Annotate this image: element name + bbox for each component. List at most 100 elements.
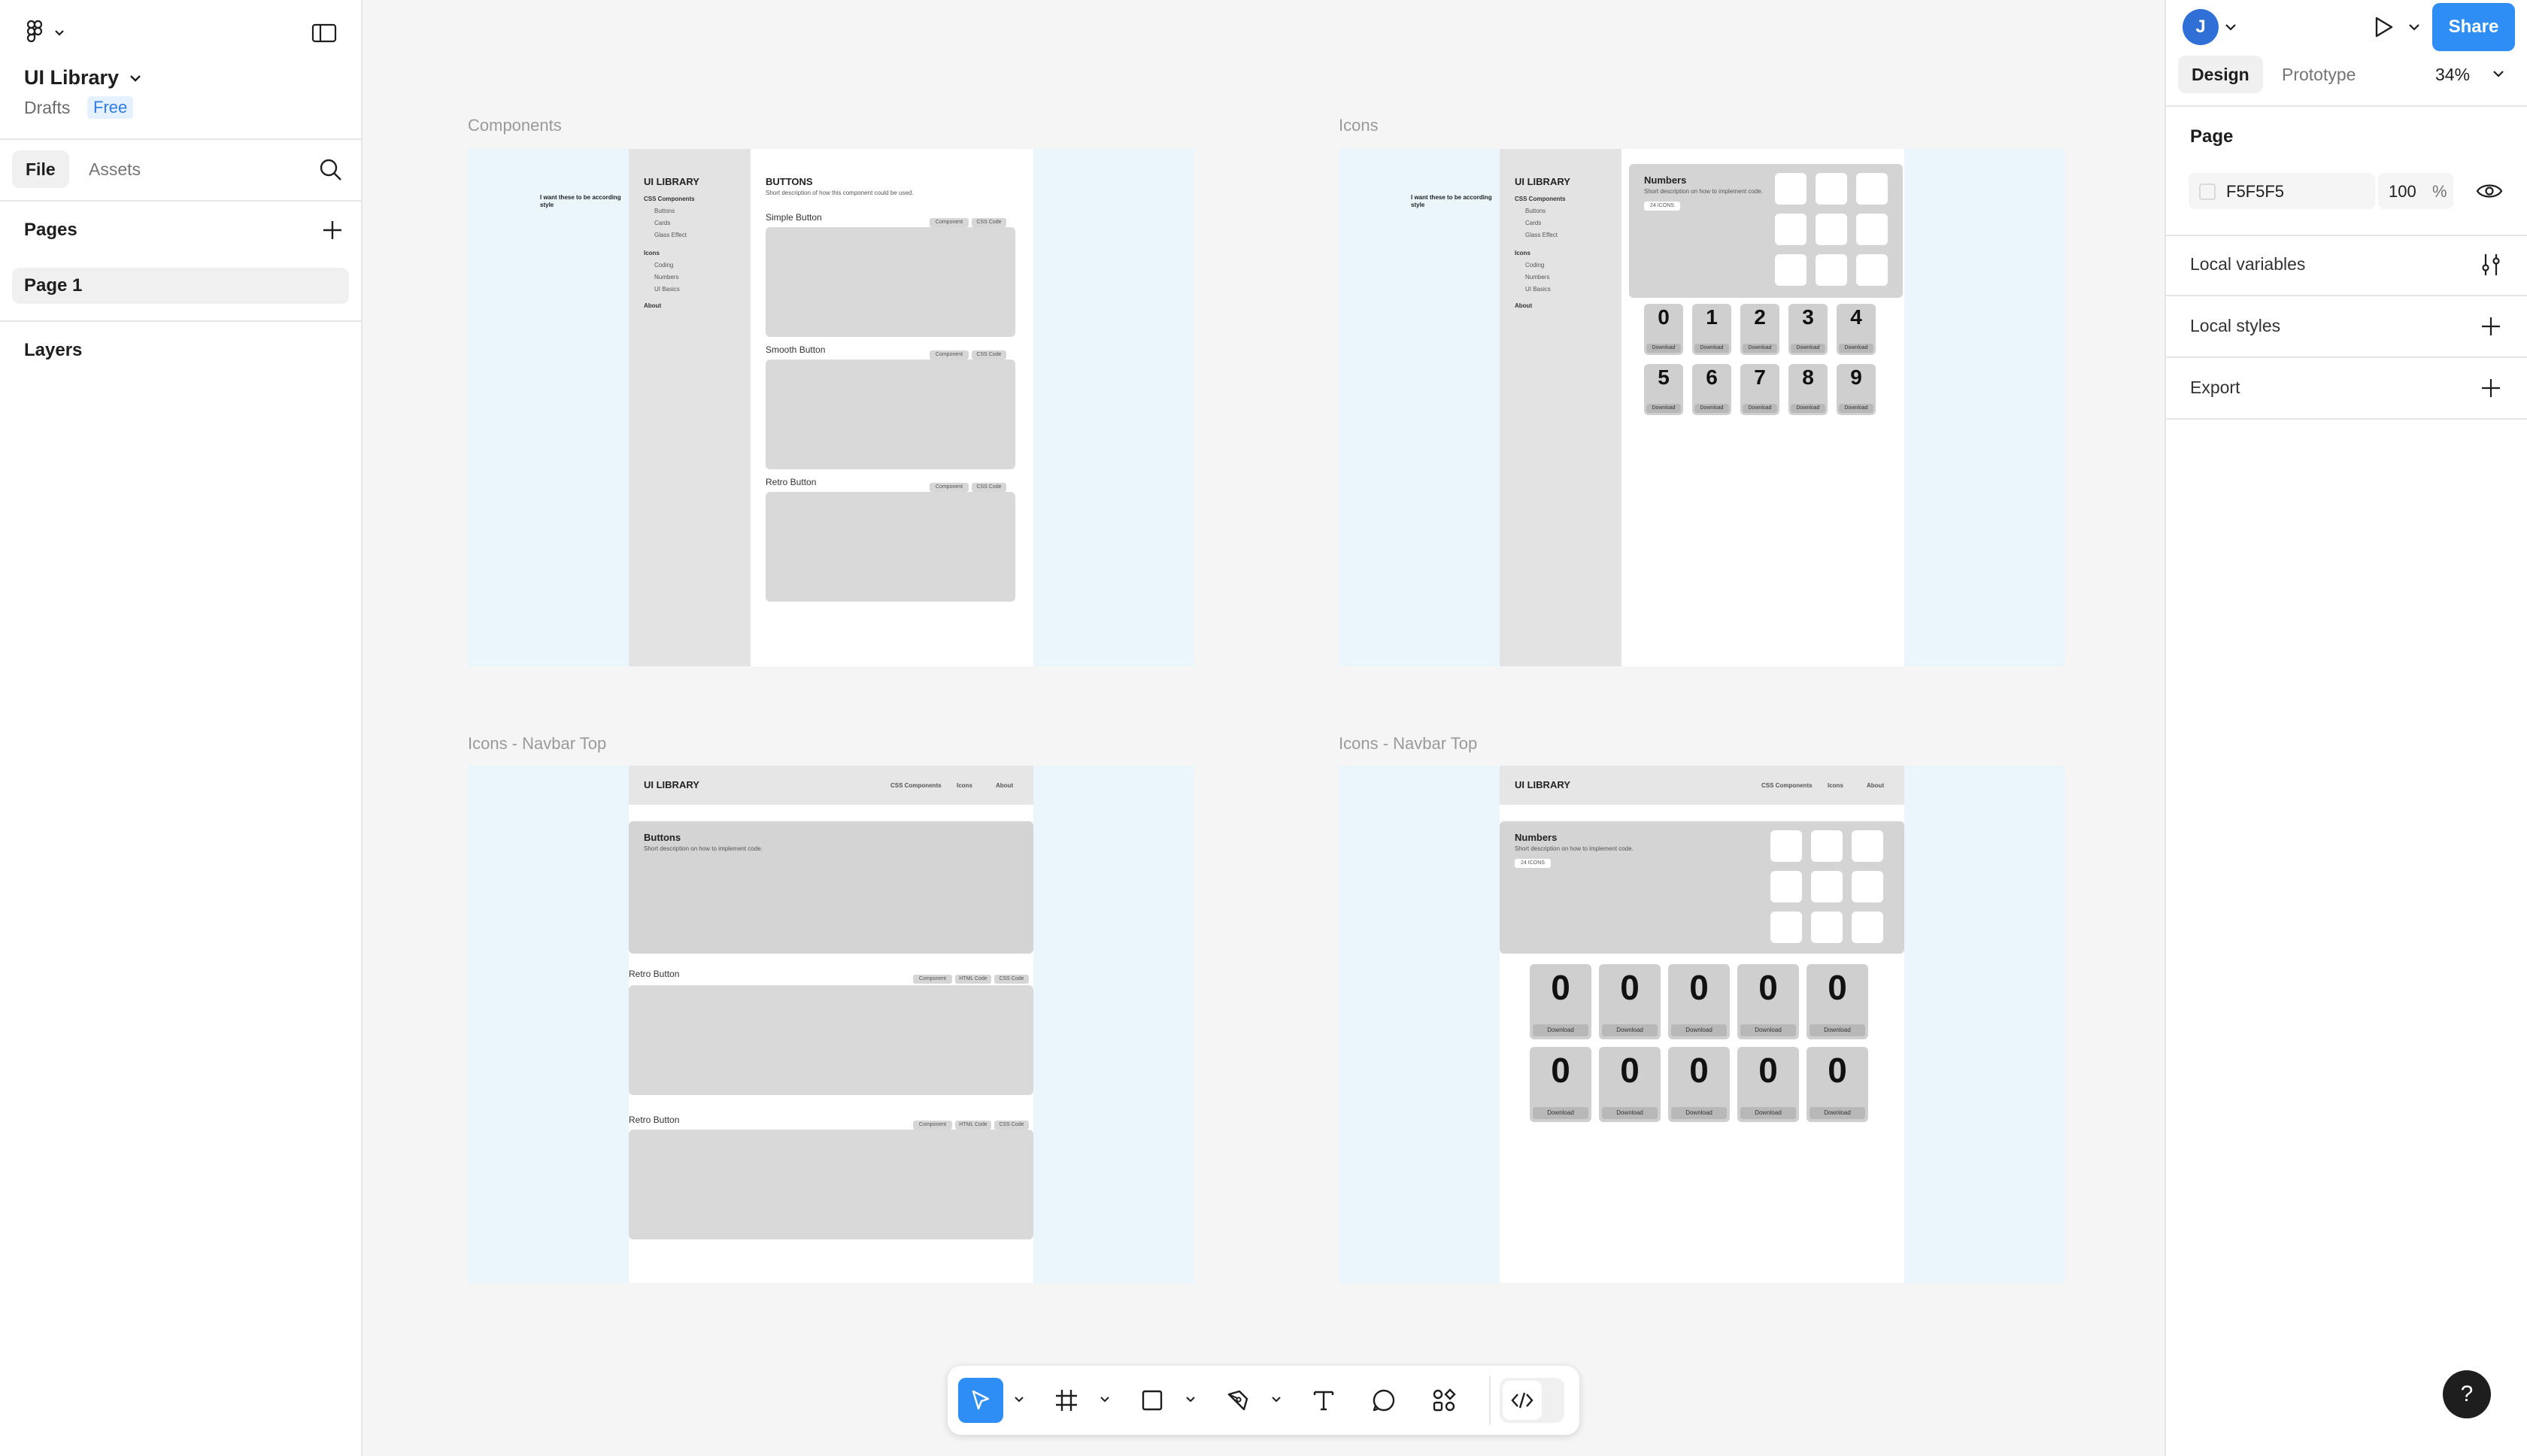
digit-card: 0 Download: [1807, 1047, 1868, 1122]
digit-card: 0 Download: [1668, 1047, 1730, 1122]
local-variables-label[interactable]: Local variables: [2190, 254, 2305, 275]
project-location[interactable]: Drafts: [24, 98, 70, 118]
move-tool-button[interactable]: [958, 1378, 1003, 1423]
zoom-level[interactable]: 34%: [2435, 65, 2470, 85]
download-button: Download: [1602, 1107, 1658, 1119]
side-nav: UI LIBRARY CSS Components Buttons Cards …: [629, 149, 751, 666]
add-style-button[interactable]: [2477, 313, 2504, 340]
toolbar-divider: [1489, 1376, 1491, 1424]
plus-icon: [2482, 379, 2500, 397]
nav-item: Cards: [654, 220, 671, 226]
divider: [2166, 235, 2527, 236]
tab-prototype[interactable]: Prototype: [2268, 56, 2369, 93]
chevron-down-icon[interactable]: [2492, 69, 2504, 78]
frame-components[interactable]: I want these to be according style UI LI…: [468, 149, 1194, 666]
digit: 0: [1658, 305, 1670, 329]
digit: 0: [1551, 968, 1570, 1007]
frame-label-navbar-top[interactable]: Icons - Navbar Top: [468, 734, 606, 754]
chevron-down-icon[interactable]: [1100, 1394, 1110, 1405]
shape-tool-button[interactable]: [1130, 1378, 1175, 1423]
page-opacity-field[interactable]: 100 %: [2378, 173, 2453, 209]
search-button[interactable]: [316, 155, 346, 185]
download-button: Download: [1743, 404, 1777, 413]
frame-label-navbar-top[interactable]: Icons - Navbar Top: [1339, 734, 1477, 754]
frame-label-components[interactable]: Components: [468, 116, 562, 135]
avatar[interactable]: J: [2183, 9, 2219, 45]
digit: 3: [1802, 305, 1814, 329]
frame-label-icons[interactable]: Icons: [1339, 116, 1379, 135]
component-preview: [766, 359, 1015, 469]
code-icon: [1511, 1392, 1533, 1409]
chevron-down-icon[interactable]: [2408, 23, 2420, 32]
frame-navbar-top-buttons[interactable]: UI LIBRARY CSS Components Icons About Bu…: [468, 766, 1194, 1283]
frame-navbar-top-numbers[interactable]: UI LIBRARY CSS Components Icons About Nu…: [1339, 766, 2065, 1283]
help-button[interactable]: ?: [2443, 1370, 2491, 1418]
component-pill: Component: [930, 483, 969, 492]
digit: 0: [1758, 968, 1778, 1007]
left-panel: UI Library Drafts Free File Assets Pages…: [0, 0, 363, 1456]
divider: [2166, 418, 2527, 420]
digit: 4: [1850, 305, 1862, 329]
digit: 0: [1620, 968, 1640, 1007]
nav-item: About: [1867, 782, 1885, 789]
comment-icon: [1373, 1389, 1395, 1412]
page-color-value[interactable]: F5F5F5: [2226, 182, 2284, 202]
brand: UI LIBRARY: [644, 779, 699, 790]
local-styles-label[interactable]: Local styles: [2190, 316, 2280, 336]
color-swatch[interactable]: [2199, 184, 2216, 200]
text-tool-button[interactable]: [1301, 1378, 1346, 1423]
export-label[interactable]: Export: [2190, 378, 2240, 398]
digit-card: 8 Download: [1788, 364, 1828, 415]
eye-icon: [2476, 184, 2503, 198]
top-navbar: UI LIBRARY CSS Components Icons About: [629, 766, 1033, 805]
page-color-field[interactable]: F5F5F5: [2189, 173, 2375, 209]
dev-mode-toggle[interactable]: [1500, 1378, 1564, 1423]
digit-card: 0 Download: [1644, 304, 1683, 355]
frame-note: I want these to be according style: [540, 194, 621, 208]
nav-item: Icons: [1828, 782, 1843, 789]
css-code-pill: CSS Code: [994, 1121, 1029, 1130]
nav-item: Coding: [1525, 262, 1545, 268]
nav-item: Glass Effect: [654, 232, 687, 238]
divider: [0, 138, 361, 140]
component-title: Retro Button: [629, 969, 680, 979]
tab-assets[interactable]: Assets: [75, 150, 154, 188]
toggle-sidebar-button[interactable]: [310, 21, 340, 45]
main-menu-button[interactable]: [24, 20, 69, 45]
tab-design[interactable]: Design: [2178, 56, 2263, 93]
download-button: Download: [1740, 1024, 1796, 1036]
frame-icons[interactable]: I want these to be according style UI LI…: [1339, 149, 2065, 666]
assets-tool-button[interactable]: [1421, 1378, 1467, 1423]
css-code-pill: CSS Code: [994, 975, 1029, 984]
present-button[interactable]: [2368, 12, 2398, 42]
page-section-heading: Page: [2190, 126, 2234, 147]
cursor-icon: [972, 1390, 990, 1410]
open-variables-button[interactable]: [2477, 251, 2504, 278]
css-code-pill: CSS Code: [972, 350, 1006, 359]
add-page-button[interactable]: [319, 217, 346, 244]
pen-tool-button[interactable]: [1215, 1378, 1260, 1423]
nav-item: UI Basics: [1525, 286, 1551, 293]
digit-card: 9 Download: [1837, 364, 1876, 415]
canvas[interactable]: Components I want these to be according …: [363, 0, 2164, 1456]
file-name-button[interactable]: UI Library: [24, 66, 141, 89]
digit: 7: [1754, 366, 1766, 389]
divider: [0, 320, 361, 322]
digit: 9: [1850, 366, 1862, 389]
component-pill: Component: [913, 975, 952, 984]
page-item-page-1[interactable]: Page 1: [12, 268, 349, 304]
chevron-down-icon: [130, 74, 141, 82]
toggle-visibility-button[interactable]: [2474, 177, 2504, 205]
chevron-down-icon[interactable]: [1185, 1394, 1196, 1405]
tab-file[interactable]: File: [12, 150, 69, 188]
share-button[interactable]: Share: [2432, 3, 2515, 51]
comment-tool-button[interactable]: [1361, 1378, 1406, 1423]
artboard: UI LIBRARY CSS Components Buttons Cards …: [629, 149, 1033, 666]
brand: UI LIBRARY: [1515, 779, 1570, 790]
chevron-down-icon[interactable]: [2225, 23, 2237, 32]
chevron-down-icon[interactable]: [1014, 1394, 1024, 1405]
add-export-button[interactable]: [2477, 375, 2504, 402]
frame-tool-button[interactable]: [1044, 1378, 1089, 1423]
chevron-down-icon[interactable]: [1271, 1394, 1282, 1405]
page-opacity-value[interactable]: 100: [2389, 182, 2416, 202]
